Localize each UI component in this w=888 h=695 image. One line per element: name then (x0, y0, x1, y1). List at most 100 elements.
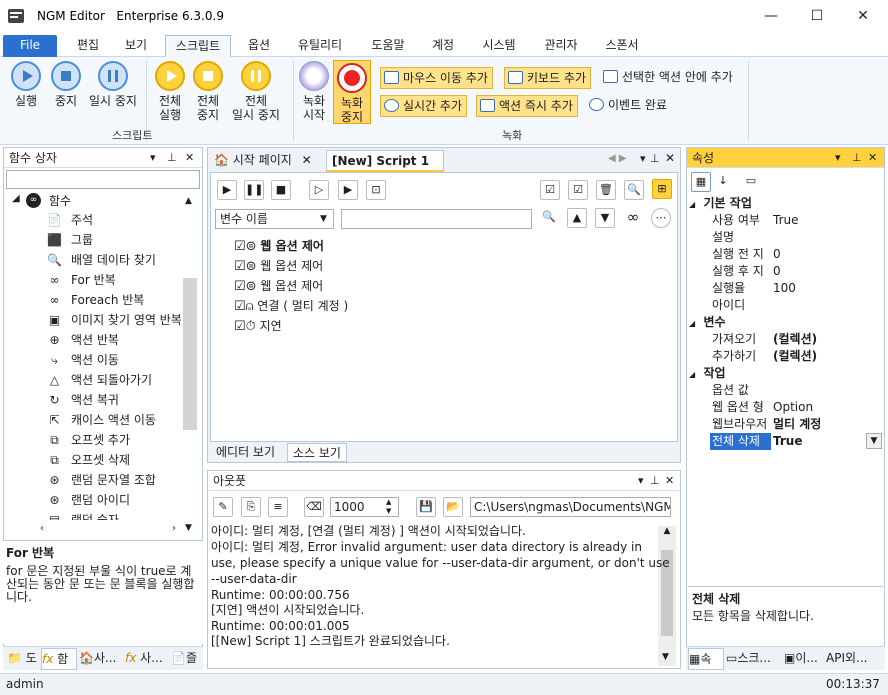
scrollbar-thumb[interactable] (183, 278, 197, 430)
stop-icon[interactable]: ■ (271, 180, 291, 200)
checkbox-checked-icon[interactable]: ☑ (234, 319, 246, 334)
check-icon[interactable]: ☑ (568, 180, 588, 200)
record-start-button[interactable]: 녹화 시작 (298, 61, 330, 122)
clear-icon[interactable]: ✎ (213, 497, 233, 517)
stepper-icon[interactable]: ▲ ▼ (386, 498, 391, 516)
tree-root-label[interactable]: 함수 (49, 192, 71, 209)
tab-script[interactable]: [New] Script 1 ✕ (326, 150, 444, 188)
tab-favorites[interactable]: 📄즐 (171, 648, 201, 670)
pin-icon[interactable]: ⊥ (650, 471, 660, 491)
pause-icon[interactable]: ❚❚ (244, 180, 264, 200)
property-row[interactable]: 웹 옵션 형 Option (706, 399, 882, 416)
property-row[interactable]: 실행율 100 (706, 280, 882, 297)
property-category[interactable]: ◢ 변수 (689, 314, 882, 331)
loop-icon[interactable]: ∞ (623, 208, 643, 228)
delete-icon[interactable]: 🗑 (596, 180, 616, 200)
record-stop-button[interactable]: 녹화 중지 (333, 60, 371, 124)
run-all-button[interactable]: 전체 실행 (152, 61, 188, 122)
menu-sponsor[interactable]: 스폰서 (598, 35, 646, 57)
dropdown-icon[interactable]: ▾ (638, 471, 644, 491)
pause-button[interactable]: 일시 중지 (86, 61, 140, 108)
property-row[interactable]: 웹브라우저 멀티 계정 (706, 416, 882, 433)
property-category[interactable]: ◢ 기본 작업 (689, 195, 882, 212)
function-search-input[interactable] (6, 170, 200, 189)
property-row[interactable]: 설명 (706, 229, 882, 246)
scroll-left-icon[interactable]: ‹ (40, 523, 44, 534)
tab-snippet[interactable]: 🏠사... (79, 648, 123, 670)
property-row[interactable]: 실행 전 지0 (706, 246, 882, 263)
scroll-up-icon[interactable]: ▲ (658, 526, 676, 536)
menu-account[interactable]: 계정 (425, 35, 461, 57)
add-action-now-button[interactable]: 액션 즉시 추가 (476, 95, 578, 117)
scroll-down-icon[interactable]: ▼ (185, 523, 192, 533)
search-icon[interactable]: 🔍 (539, 208, 559, 228)
more-icon[interactable]: ⋯ (651, 208, 671, 228)
tab-properties[interactable]: ▦속 (688, 648, 724, 670)
close-button[interactable]: ✕ (840, 0, 886, 32)
minimize-button[interactable]: — (748, 0, 794, 32)
dropdown-icon[interactable]: ▾ (835, 148, 841, 168)
close-icon[interactable]: ✕ (302, 153, 312, 167)
checkbox-checked-icon[interactable]: ☑ (234, 279, 246, 294)
dropdown-icon[interactable]: ▾ (150, 148, 156, 168)
property-row[interactable]: 가져오기 (컬렉션) (706, 331, 882, 348)
maximize-button[interactable]: ☐ (794, 0, 840, 32)
pin-icon[interactable]: ⊥ (167, 148, 177, 168)
add-mouse-move-button[interactable]: 마우스 이동 추가 (380, 67, 493, 89)
menu-admin[interactable]: 관리자 (537, 35, 585, 57)
scroll-right-icon[interactable]: › (172, 523, 176, 534)
step-play-icon[interactable]: ▷ (309, 180, 329, 200)
close-icon[interactable]: ✕ (665, 151, 675, 165)
script-node[interactable]: ☑⍝ 연결 ( 멀티 계정 ) (234, 297, 348, 317)
run-from-here-icon[interactable]: ⊡ (366, 180, 386, 200)
new-doc-icon[interactable]: ⎘ (241, 497, 261, 517)
property-row[interactable]: 옵션 값 (706, 382, 882, 399)
stop-button[interactable]: 중지 (48, 61, 84, 108)
check-all-icon[interactable]: ☑ (540, 180, 560, 200)
output-scrollbar[interactable]: ▲ ▼ (658, 526, 676, 666)
tree-view-icon[interactable]: ⊞ (652, 179, 672, 199)
menu-help[interactable]: 도움말 (364, 35, 412, 57)
script-node[interactable]: ☑⏱ 지연 (234, 317, 282, 337)
pin-icon[interactable]: ⊥ (852, 148, 862, 168)
property-row-selected[interactable]: 전체 삭제 True ▼ (706, 433, 882, 450)
play-icon[interactable]: ▶ (217, 180, 237, 200)
collapse-icon[interactable]: ◢ (12, 193, 20, 204)
pin-icon[interactable]: ⊥ (650, 152, 660, 165)
tab-nav-icons[interactable]: ◀ ▶ (608, 153, 627, 164)
eraser-icon[interactable]: ⌫ (304, 497, 324, 517)
tab-editor-view[interactable]: 에디터 보기 (211, 443, 285, 462)
line-count-stepper[interactable]: 1000 ▲ ▼ (330, 497, 399, 517)
close-icon[interactable]: ✕ (868, 148, 877, 168)
script-node[interactable]: ☑⊜ 웹 옵션 제어 (234, 237, 324, 257)
tab-user-function[interactable]: fx 사... (125, 648, 169, 670)
property-pages-icon[interactable]: ▭ (741, 172, 761, 192)
menu-system[interactable]: 시스템 (474, 35, 524, 57)
run-button[interactable]: 실행 (8, 61, 44, 108)
save-icon[interactable]: 💾 (416, 497, 436, 517)
tab-project[interactable]: 📁 도 (7, 648, 41, 670)
tab-external[interactable]: API외... (826, 648, 882, 670)
tab-source-view[interactable]: 소스 보기 (287, 443, 347, 462)
search-icon[interactable]: 🔍 (624, 180, 644, 200)
folder-icon[interactable]: 📂 (443, 497, 463, 517)
variable-select[interactable]: 변수 이름 ▼ (215, 209, 334, 229)
run-selected-icon[interactable]: ▶ (338, 180, 358, 200)
menu-option[interactable]: 옵션 (241, 35, 277, 57)
move-up-icon[interactable]: ▲ (567, 208, 587, 228)
chevron-down-icon[interactable]: ▼ (866, 433, 882, 449)
dropdown-icon[interactable]: ▾ (640, 152, 646, 165)
tab-functions[interactable]: fx 함 (41, 648, 77, 670)
close-icon[interactable]: ✕ (185, 148, 194, 168)
script-node[interactable]: ☑⊜ 웹 옵션 제어 (234, 257, 323, 277)
checkbox-checked-icon[interactable]: ☑ (234, 259, 246, 274)
categorized-icon[interactable]: ▦ (691, 172, 711, 192)
property-row[interactable]: 아이디 (706, 297, 882, 314)
move-down-icon[interactable]: ▼ (595, 208, 615, 228)
variable-search-input[interactable] (341, 209, 532, 229)
menu-script[interactable]: 스크립트 (165, 35, 231, 57)
menu-edit[interactable]: 편집 (70, 35, 106, 57)
sort-alpha-icon[interactable]: ↓ (713, 172, 733, 192)
list-icon[interactable]: ≡ (268, 497, 288, 517)
property-row[interactable]: 사용 여부 True (706, 212, 882, 229)
